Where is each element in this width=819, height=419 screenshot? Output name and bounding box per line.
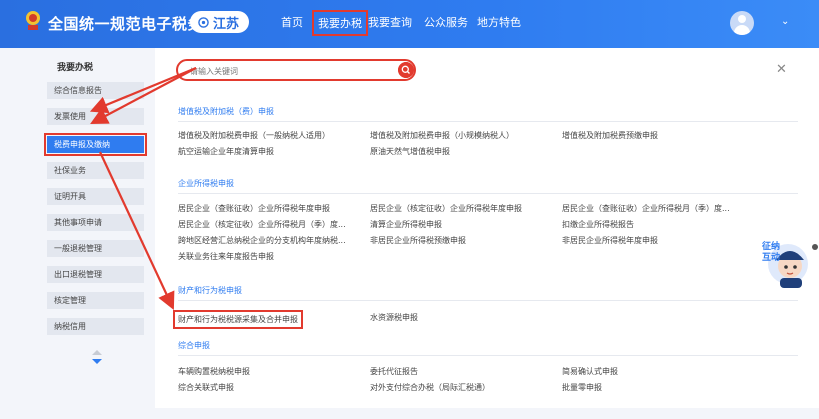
nav-home[interactable]: 首页 bbox=[281, 14, 303, 30]
link-agency-collection[interactable]: 委托代征报告 bbox=[370, 366, 418, 377]
search-box bbox=[176, 59, 416, 81]
link-cit-branch-annual[interactable]: 跨地区经营汇总纳税企业的分支机构年度纳税... bbox=[178, 235, 346, 246]
link-aviation-settlement[interactable]: 航空运输企业年度清算申报 bbox=[178, 146, 274, 157]
divider bbox=[178, 300, 798, 301]
link-cit-quarterly-audit[interactable]: 居民企业（查账征收）企业所得税月（季）度... bbox=[562, 203, 730, 214]
link-water-resource-tax[interactable]: 水资源税申报 bbox=[370, 312, 418, 323]
link-cit-nonresident-annual[interactable]: 非居民企业所得税年度申报 bbox=[562, 235, 658, 246]
link-comprehensive-related[interactable]: 综合关联式申报 bbox=[178, 382, 234, 393]
sidebar-item-assessment[interactable]: 核定管理 bbox=[47, 292, 144, 309]
sidebar-item-other-requests[interactable]: 其他事项申请 bbox=[47, 214, 144, 231]
link-cit-annual-audit[interactable]: 居民企业（查账征收）企业所得税年度申报 bbox=[178, 203, 330, 214]
link-cit-withholding[interactable]: 扣缴企业所得税报告 bbox=[562, 219, 634, 230]
location-pin-icon bbox=[198, 16, 209, 28]
link-cit-annual-assessed[interactable]: 居民企业（核定征收）企业所得税年度申报 bbox=[370, 203, 522, 214]
search-icon[interactable] bbox=[398, 62, 414, 78]
region-selector[interactable]: 江苏 bbox=[190, 11, 250, 33]
link-batch-zero-filing[interactable]: 批量零申报 bbox=[562, 382, 602, 393]
nav-query[interactable]: 我要查询 bbox=[368, 14, 412, 30]
sidebar-item-tax-filing[interactable]: 税费申报及缴纳 bbox=[44, 133, 147, 156]
footer-bar bbox=[0, 408, 819, 419]
region-label: 江苏 bbox=[213, 16, 240, 32]
link-simple-confirmation[interactable]: 简易确认式申报 bbox=[562, 366, 618, 377]
link-vat-small-scale[interactable]: 增值税及附加税费申报（小规模纳税人） bbox=[370, 130, 514, 141]
tax-emblem-icon bbox=[26, 11, 40, 30]
link-outbound-payment[interactable]: 对外支付综合办税（局际汇税通） bbox=[370, 382, 490, 393]
section-title-comprehensive: 综合申报 bbox=[178, 341, 210, 350]
nav-local-features[interactable]: 地方特色 bbox=[477, 14, 521, 30]
divider bbox=[178, 121, 798, 122]
sidebar-item-certificate[interactable]: 证明开具 bbox=[47, 188, 144, 205]
nav-public-service[interactable]: 公众服务 bbox=[424, 14, 468, 30]
link-vat-prepaid[interactable]: 增值税及附加税费预缴申报 bbox=[562, 130, 658, 141]
sidebar-item-credit[interactable]: 纳税信用 bbox=[47, 318, 144, 335]
link-cit-quarterly-assessed[interactable]: 居民企业（核定征收）企业所得税月（季）度... bbox=[178, 219, 346, 230]
chevron-down-icon[interactable]: ⌄ bbox=[781, 16, 789, 27]
sidebar-title: 我要办税 bbox=[57, 63, 94, 73]
sidebar-item-invoice[interactable]: 发票使用 bbox=[47, 108, 144, 125]
section-title-cit: 企业所得税申报 bbox=[178, 179, 234, 188]
link-cit-liquidation[interactable]: 清算企业所得税申报 bbox=[370, 219, 442, 230]
top-bar: 全国统一规范电子税务局 江苏 首页 我要办税 我要查询 公众服务 地方特色 ⌄ bbox=[0, 0, 819, 48]
user-avatar[interactable] bbox=[730, 11, 754, 35]
assistant-label: 征纳互动 bbox=[762, 242, 781, 263]
sidebar-item-export-refund[interactable]: 出口退税管理 bbox=[47, 266, 144, 283]
link-oil-gas-vat[interactable]: 原油天然气增值税申报 bbox=[370, 146, 450, 157]
divider bbox=[178, 193, 798, 194]
sidebar-item-refund[interactable]: 一般退税管理 bbox=[47, 240, 144, 257]
link-related-party-report[interactable]: 关联业务往来年度报告申报 bbox=[178, 251, 274, 262]
sidebar-item-info-report[interactable]: 综合信息报告 bbox=[47, 82, 144, 99]
sidebar-item-social-security[interactable]: 社保业务 bbox=[47, 162, 144, 179]
close-icon[interactable]: ✕ bbox=[776, 62, 787, 77]
link-property-combined-filing[interactable]: 财产和行为税税源采集及合并申报 bbox=[173, 310, 303, 329]
divider bbox=[178, 355, 798, 356]
nav-tax-handling[interactable]: 我要办税 bbox=[312, 10, 368, 36]
chat-assistant-widget[interactable]: 征纳互动 bbox=[758, 232, 810, 294]
section-title-property: 财产和行为税申报 bbox=[178, 286, 242, 295]
widget-toggle-dot[interactable] bbox=[812, 244, 818, 250]
search-input[interactable] bbox=[188, 64, 392, 78]
link-vehicle-purchase-tax[interactable]: 车辆购置税纳税申报 bbox=[178, 366, 250, 377]
scroll-arrows-icon[interactable] bbox=[91, 349, 103, 365]
section-title-vat: 增值税及附加税（费）申报 bbox=[178, 107, 274, 116]
link-cit-nonresident-prepaid[interactable]: 非居民企业所得税预缴申报 bbox=[370, 235, 466, 246]
link-vat-general[interactable]: 增值税及附加税费申报（一般纳税人适用） bbox=[178, 130, 330, 141]
